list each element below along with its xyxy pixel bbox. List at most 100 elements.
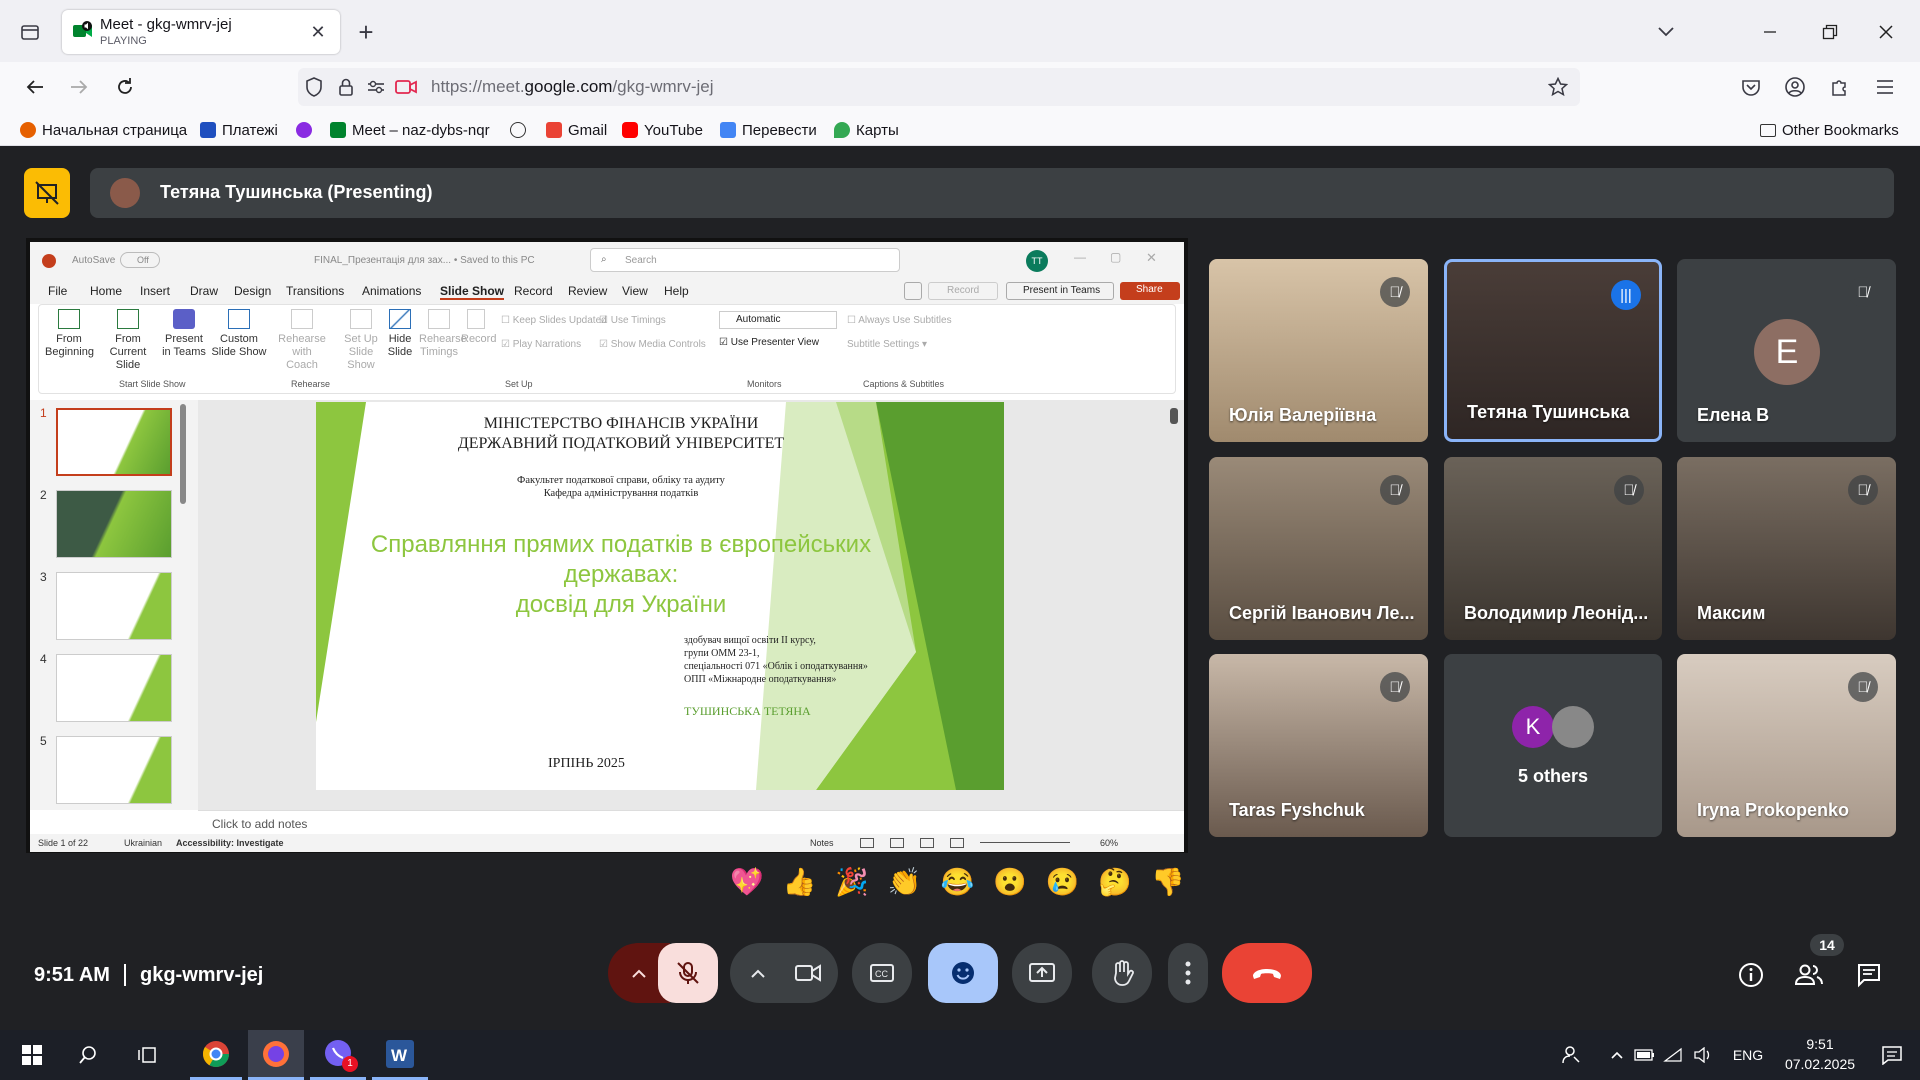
url-bar[interactable]: https://meet.google.com/gkg-wmrv-jej xyxy=(298,68,1580,106)
ppt-minimize-icon[interactable]: — xyxy=(1074,250,1086,264)
slide-sorter-icon[interactable] xyxy=(890,838,904,848)
bookmark-star-icon[interactable] xyxy=(1546,75,1570,99)
taskbar-viber[interactable]: 1 xyxy=(310,1030,366,1080)
ppt-share-button[interactable]: Share xyxy=(1120,282,1180,300)
play-narrations-checkbox[interactable]: ☑ Play Narrations xyxy=(501,339,581,350)
bookmark-translate[interactable]: Перевести xyxy=(720,119,817,141)
captions-button[interactable]: CC xyxy=(852,943,912,1003)
monitor-dropdown[interactable]: Automatic xyxy=(719,311,837,329)
rehearse-coach-button[interactable]: Rehearse with Coach xyxy=(275,309,329,372)
keep-slides-updated-checkbox[interactable]: ☐ Keep Slides Updated xyxy=(501,315,607,326)
participant-tile[interactable]: 🎙̸ Юлія Валеріївна xyxy=(1209,259,1428,442)
bookmark-maps[interactable]: Карты xyxy=(834,119,899,141)
leave-call-button[interactable] xyxy=(1222,943,1312,1003)
participant-tile[interactable]: 🎙̸ Taras Fyshchuk xyxy=(1209,654,1428,837)
reaction-heart[interactable]: 💖 xyxy=(730,866,764,898)
close-window-icon[interactable] xyxy=(1872,18,1900,46)
bookmark-payments[interactable]: Платежі xyxy=(200,119,278,141)
reaction-laugh[interactable]: 😂 xyxy=(941,866,975,898)
browser-tab-meet[interactable]: Meet - gkg-wmrv-jej PLAYING ✕ xyxy=(62,10,340,54)
from-current-button[interactable]: From Current Slide xyxy=(97,309,159,372)
wifi-icon[interactable] xyxy=(1660,1030,1686,1080)
participant-tile-speaking[interactable]: ||| Тетяна Тушинська xyxy=(1444,259,1662,442)
pocket-icon[interactable] xyxy=(1736,72,1766,102)
notes-pane[interactable]: Click to add notes xyxy=(198,810,1184,834)
participant-tile[interactable]: 🎙̸ Максим xyxy=(1677,457,1896,640)
more-options-button[interactable] xyxy=(1168,943,1208,1003)
reaction-thinking[interactable]: 🤔 xyxy=(1098,866,1132,898)
tab-list-icon[interactable] xyxy=(16,18,44,46)
task-view-button[interactable] xyxy=(126,1030,170,1080)
taskbar-chrome[interactable] xyxy=(190,1030,242,1080)
participant-tile[interactable]: 🎙̸ Iryna Prokopenko xyxy=(1677,654,1896,837)
language-indicator[interactable]: ENG xyxy=(1728,1030,1768,1080)
forward-arrow-icon[interactable] xyxy=(64,72,94,102)
bookmark-meet[interactable]: Meet – naz-dybs-nqr xyxy=(330,119,490,141)
slide-thumbnail[interactable] xyxy=(56,408,172,476)
ppt-close-icon[interactable]: ✕ xyxy=(1146,250,1157,266)
reaction-sad[interactable]: 😢 xyxy=(1046,866,1080,898)
slide-thumbnail[interactable] xyxy=(56,654,172,722)
windows-start-button[interactable] xyxy=(10,1030,54,1080)
notifications-button[interactable] xyxy=(1872,1030,1912,1080)
ppt-tab-slide-show[interactable]: Slide Show xyxy=(440,284,505,300)
slide-thumbnail[interactable] xyxy=(56,490,172,558)
use-timings-checkbox[interactable]: ☑ Use Timings xyxy=(599,315,666,326)
slide-thumbnail[interactable] xyxy=(56,736,172,804)
extensions-icon[interactable] xyxy=(1824,72,1854,102)
autosave-toggle[interactable]: Off xyxy=(120,252,160,268)
comments-icon[interactable] xyxy=(904,282,922,300)
slide-thumbnail[interactable] xyxy=(56,572,172,640)
subtitle-settings-button[interactable]: Subtitle Settings ▾ xyxy=(847,339,927,350)
mic-toggle-button[interactable] xyxy=(658,943,718,1003)
other-bookmarks[interactable]: Other Bookmarks xyxy=(1760,119,1899,141)
list-all-tabs-icon[interactable] xyxy=(1652,18,1680,46)
close-tab-icon[interactable]: ✕ xyxy=(306,20,330,44)
rehearse-timings-button[interactable]: Rehearse Timings xyxy=(419,309,467,359)
accessibility-status[interactable]: Accessibility: Investigate xyxy=(176,838,284,848)
ppt-maximize-icon[interactable]: ▢ xyxy=(1110,250,1121,264)
taskbar-clock[interactable]: 9:51 07.02.2025 xyxy=(1772,1034,1868,1076)
present-teams-ribbon-button[interactable]: Present in Teams xyxy=(161,309,207,359)
presenting-badge[interactable] xyxy=(24,168,70,218)
people-button[interactable] xyxy=(1792,960,1826,990)
participant-tile[interactable]: 🎙̸ E Елена В xyxy=(1677,259,1896,442)
others-tile[interactable]: K 5 others xyxy=(1444,654,1662,837)
ppt-tab-transitions[interactable]: Transitions xyxy=(286,284,344,298)
emoji-reactions-button[interactable] xyxy=(928,943,998,1003)
ppt-tab-draw[interactable]: Draw xyxy=(190,284,218,298)
thumbnails-scrollbar[interactable] xyxy=(180,404,186,504)
menu-hamburger-icon[interactable] xyxy=(1870,72,1900,102)
slideshow-view-icon[interactable] xyxy=(950,838,964,848)
reload-icon[interactable] xyxy=(110,72,140,102)
bookmark-gmail[interactable]: Gmail xyxy=(546,119,607,141)
show-media-controls-checkbox[interactable]: ☑ Show Media Controls xyxy=(599,339,706,350)
language-status[interactable]: Ukrainian xyxy=(124,838,162,848)
battery-icon[interactable] xyxy=(1632,1030,1658,1080)
slide-scrollbar[interactable] xyxy=(1170,408,1178,424)
reaction-thumbs-down[interactable]: 👎 xyxy=(1151,866,1185,898)
normal-view-icon[interactable] xyxy=(860,838,874,848)
reaction-party[interactable]: 🎉 xyxy=(835,866,869,898)
permissions-icon[interactable] xyxy=(364,75,388,99)
setup-slide-show-button[interactable]: Set Up Slide Show xyxy=(339,309,383,372)
presenter-view-checkbox[interactable]: ☑ Use Presenter View xyxy=(719,337,819,348)
participant-tile[interactable]: 🎙̸ Володимир Леонід... xyxy=(1444,457,1662,640)
current-slide[interactable]: МІНІСТЕРСТВО ФІНАНСІВ УКРАЇНИ ДЕРЖАВНИЙ П… xyxy=(316,402,1004,790)
bookmark-home[interactable]: Начальная страница xyxy=(20,119,187,141)
reaction-surprised[interactable]: 😮 xyxy=(993,866,1027,898)
camera-toggle-button[interactable] xyxy=(778,943,838,1003)
camera-sharing-icon[interactable] xyxy=(394,75,418,99)
show-hidden-icons[interactable] xyxy=(1604,1030,1630,1080)
ppt-tab-record[interactable]: Record xyxy=(514,284,553,298)
present-screen-button[interactable] xyxy=(1012,943,1072,1003)
url-text[interactable]: https://meet.google.com/gkg-wmrv-jej xyxy=(431,77,714,97)
ppt-tab-animations[interactable]: Animations xyxy=(362,284,421,298)
minimize-window-icon[interactable] xyxy=(1756,18,1784,46)
bookmark-extension[interactable] xyxy=(296,119,312,141)
lock-icon[interactable] xyxy=(334,75,358,99)
zoom-level[interactable]: 60% xyxy=(1100,838,1118,848)
meeting-details-button[interactable] xyxy=(1736,960,1766,990)
user-avatar[interactable]: TT xyxy=(1026,250,1048,272)
chat-button[interactable] xyxy=(1854,960,1884,990)
